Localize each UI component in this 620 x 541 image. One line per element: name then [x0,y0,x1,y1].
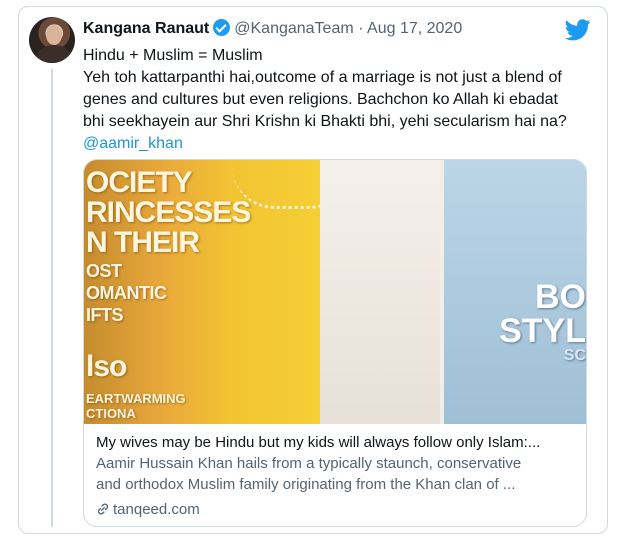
link-preview-meta: My wives may be Hindu but my kids will a… [96,432,578,520]
tweet-card[interactable]: Kangana Ranaut @KanganaTeam · Aug 17, 202… [18,6,608,534]
display-name[interactable]: Kangana Ranaut [83,20,209,37]
verified-badge-icon [213,19,231,36]
tweet-text-line: Hindu + Muslim = Muslim [83,47,263,64]
mention-link[interactable]: @aamir_khan [83,133,603,155]
user-handle[interactable]: @KanganaTeam [234,20,353,37]
link-description: and orthodox Muslim family originating f… [96,476,516,493]
tweet-date[interactable]: Aug 17, 2020 [367,20,462,37]
link-title[interactable]: My wives may be Hindu but my kids will a… [96,432,578,453]
link-icon [97,503,109,515]
tweet-text-line: genes and cultures but even religions. B… [83,91,558,108]
link-domain-text: tanqeed.com [113,501,200,518]
link-domain[interactable]: tanqeed.com [96,499,578,520]
magazine-cover-text: OCIETY RINCESSES N THEIR OST OMANTIC IFT… [86,166,251,421]
tweet-text-line: bhi seekhayein aur Shri Krishn ki Bhakti… [83,113,567,130]
header-separator: · [358,20,364,37]
tweet-text: Hindu + Muslim = Muslim Yeh toh kattarpa… [83,45,603,155]
avatar-body [37,45,71,63]
link-preview-card[interactable]: OCIETY RINCESSES N THEIR OST OMANTIC IFT… [83,159,587,527]
tweet-header: Kangana Ranaut @KanganaTeam · Aug 17, 202… [83,19,462,39]
avatar-face [46,25,62,45]
tweet-text-line: Yeh toh kattarpanthi hai,outcome of a ma… [83,69,562,86]
avatar[interactable] [29,17,75,63]
image-cardigan [320,160,440,424]
magazine-cover-right-text: BO STYL SC [499,278,586,364]
link-description: Aamir Hussain Khan hails from a typicall… [96,455,522,472]
twitter-bird-icon[interactable] [565,19,591,41]
link-preview-image[interactable]: OCIETY RINCESSES N THEIR OST OMANTIC IFT… [84,160,586,424]
thread-line [51,69,53,527]
